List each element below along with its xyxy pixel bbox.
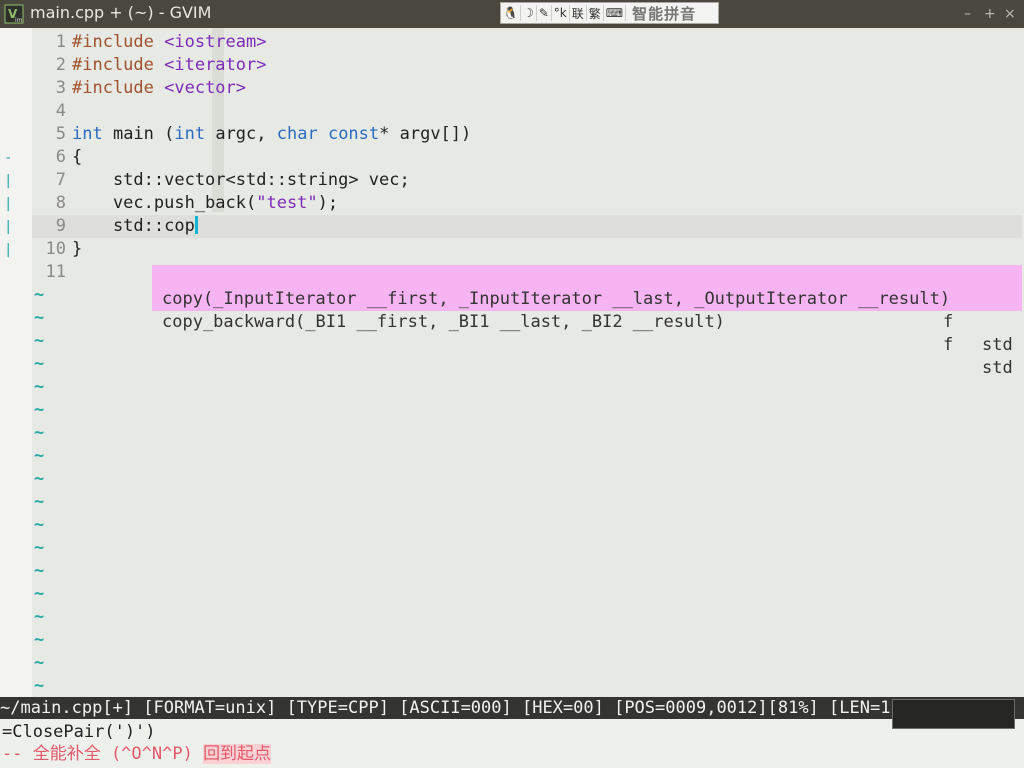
completion-word: copy_backward(_BI1 __first, _BI1 __last,… [162,312,725,332]
empty-line-tilde: ~ [34,515,45,535]
close-button[interactable]: × [1004,6,1016,22]
penguin-icon[interactable]: 🐧 [501,5,521,21]
status-line: ~/main.cpp[+] [FORMAT=unix] [TYPE=CPP] [… [0,697,1024,719]
window-title: main.cpp + (~) - GVIM [30,3,212,22]
code-token: * argv[]) [379,124,472,144]
empty-line-tilde: ~ [34,561,45,581]
code-token: #include [72,55,165,75]
empty-line-tilde: ~ [34,285,45,305]
empty-line-tilde: ~ [34,331,45,351]
code-line[interactable]: 8 vec.push_back("test"); [32,192,1022,215]
code-line[interactable]: 4 [32,100,1022,123]
empty-line-tilde: ~ [34,630,45,650]
code-token: { [72,147,83,167]
moon-icon[interactable]: ☽ [521,5,537,21]
line-number: 8 [55,193,66,213]
empty-line-tilde: ~ [34,446,45,466]
empty-line-tilde: ~ [34,308,45,328]
empty-line-tilde: ~ [34,354,45,374]
ime-mode-label[interactable]: 智能拼音 [626,3,696,24]
line-number: 5 [55,124,66,144]
code-token: std::vector<std::string> vec; [72,170,410,190]
lianxiang-icon[interactable]: 联 [570,5,587,21]
code-token: main ( [102,124,175,144]
text-cursor [194,216,198,234]
code-token: ); [317,193,339,213]
completion-kind: f [943,312,954,332]
code-line[interactable]: 1 #include <iostream> [32,31,1022,54]
empty-line-tilde: ~ [34,676,45,696]
fold-sign: | [4,242,13,258]
empty-line-tilde: ~ [34,400,45,420]
keyboard-icon[interactable]: ⌨ [604,5,627,21]
code-token: <iterator> [164,55,267,75]
fold-sign: | [4,173,13,189]
line-number: 7 [55,170,66,190]
code-token: "test" [256,193,318,213]
maximize-button[interactable]: + [984,6,996,22]
sign-column [0,28,32,697]
line-number: 11 [45,262,66,282]
completion-menu: std [982,358,1013,378]
code-line[interactable]: 5 int main (int argc, char const* argv[]) [32,123,1022,146]
line-number: 4 [55,101,66,121]
command-line[interactable]: =ClosePair(')') [2,720,156,744]
empty-line-tilde: ~ [34,377,45,397]
code-token: const [327,124,380,144]
code-token: std::cop [72,216,195,236]
code-token: <vector> [164,78,247,98]
completion-message: 回到起点 [203,744,272,764]
line-number: 9 [55,216,66,236]
empty-line-tilde: ~ [34,653,45,673]
empty-line-tilde: ~ [34,423,45,443]
brush-icon[interactable]: ✎ [537,5,552,21]
fanti-icon[interactable]: 繁 [587,5,604,21]
code-token: #include [72,32,165,52]
title-bar: V im main.cpp + (~) - GVIM 🐧 ☽ ✎ °k 联 繁 … [0,0,1024,28]
mode-message: -- 全能补全 (^O^N^P) 回到起点 [2,742,272,766]
empty-line-tilde: ~ [34,607,45,627]
code-token: argc, [205,124,277,144]
svg-text:im: im [15,17,23,24]
line-number: 2 [55,55,66,75]
ime-toolbar: 🐧 ☽ ✎ °k 联 繁 ⌨ 智能拼音 [500,2,719,24]
status-widget [892,699,1015,729]
line-number: 10 [45,239,66,259]
line-number: 1 [55,32,66,52]
code-token: } [72,239,83,259]
code-token: #include [72,78,165,98]
code-line[interactable]: 10} [32,238,1022,261]
code-line[interactable]: 2 #include <iterator> [32,54,1022,77]
line-number: 3 [55,78,66,98]
empty-line-tilde: ~ [34,469,45,489]
mode-prefix: -- 全能补全 (^O^N^P) [2,744,204,764]
fold-sign: - [4,150,13,166]
empty-line-tilde: ~ [34,584,45,604]
code-token: vec.push_back( [72,193,257,213]
completion-item[interactable]: copy_backward(_BI1 __first, _BI1 __last,… [152,288,1022,378]
editor-area[interactable]: - | | | | 1 #include <iostream> 2 #include … [0,28,1024,697]
code-line[interactable]: 9 std::cop [32,215,1022,238]
vim-icon: V im [4,4,24,24]
completion-popup[interactable]: copy(_InputIterator __first, _InputItera… [152,265,1022,378]
code-token: char [276,124,318,144]
code-token: <iostream> [164,32,267,52]
punct-icon[interactable]: °k [552,5,570,21]
completion-menu: std [982,335,1013,355]
fold-sign: | [4,196,13,212]
completion-kind: f [943,335,954,355]
completion-item[interactable]: copy(_InputIterator __first, _InputItera… [152,265,1022,355]
code-token: int [72,124,103,144]
line-number: 6 [55,147,66,167]
code-token: int [174,124,206,144]
code-line[interactable]: 3 #include <vector> [32,77,1022,100]
code-line[interactable]: 7 std::vector<std::string> vec; [32,169,1022,192]
fold-sign: | [4,219,13,235]
code-line[interactable]: 6{ [32,146,1022,169]
empty-line-tilde: ~ [34,492,45,512]
empty-line-tilde: ~ [34,538,45,558]
minimize-button[interactable]: – [964,6,971,22]
